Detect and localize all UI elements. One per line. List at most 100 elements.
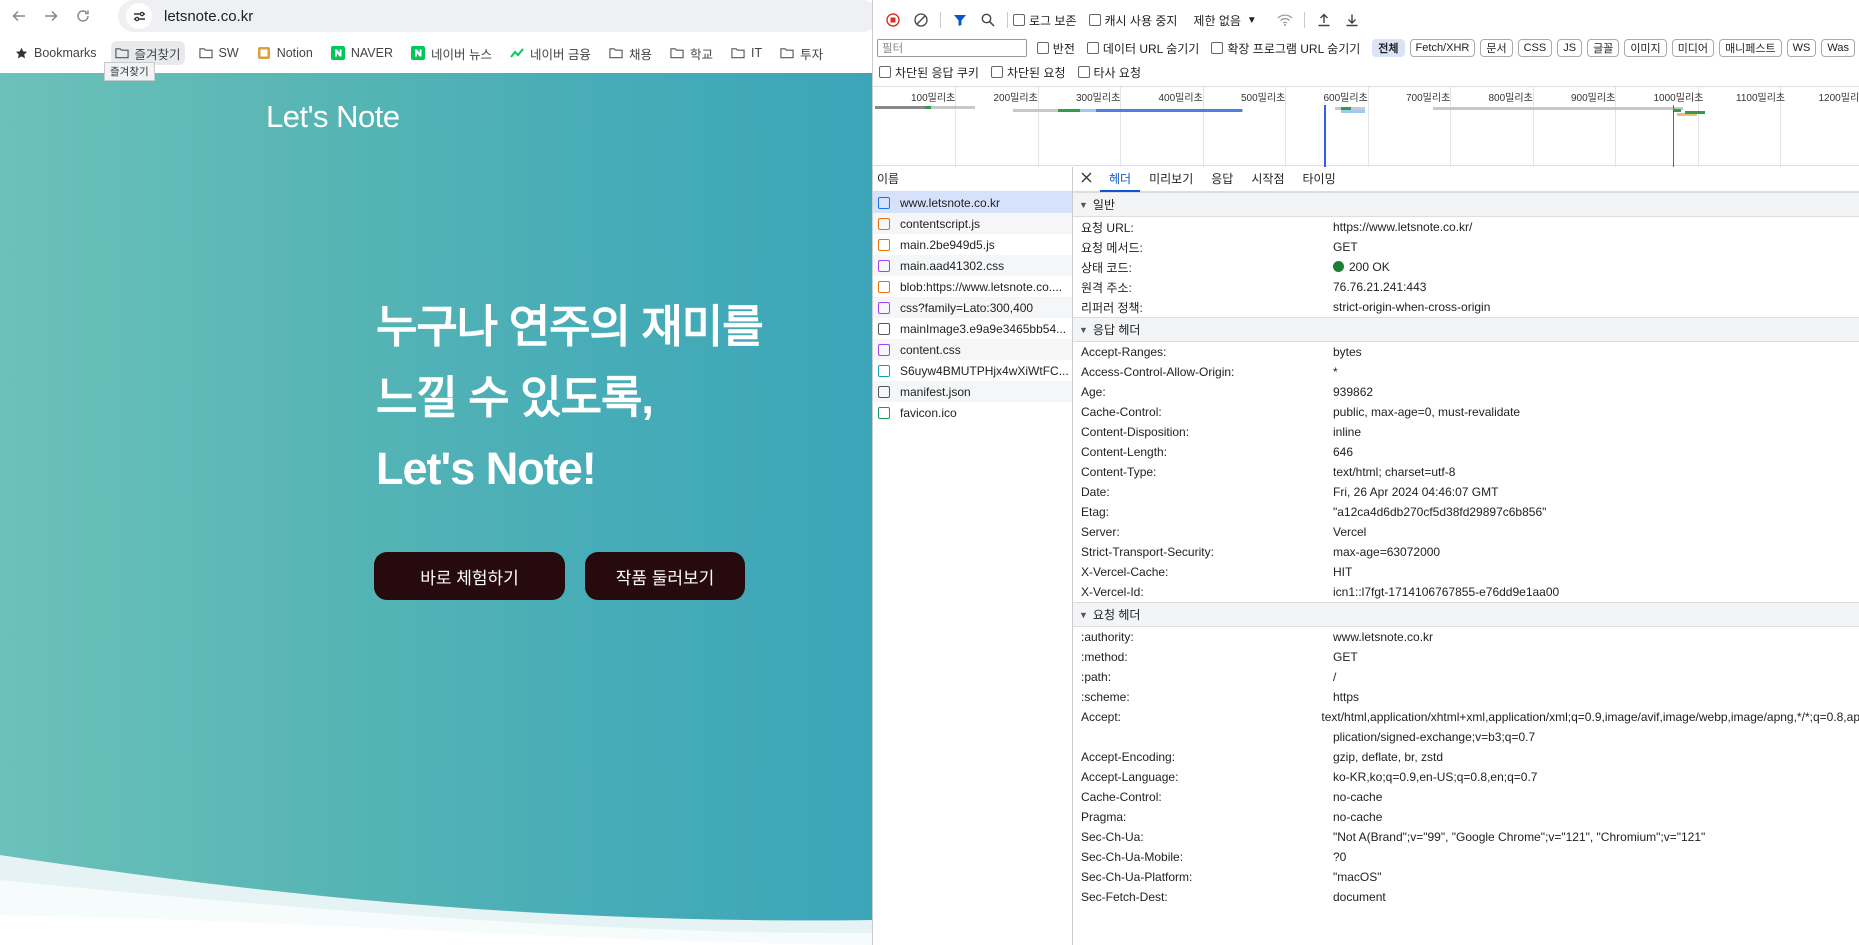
expand-triangle-icon[interactable]: ▼ — [1079, 610, 1088, 620]
header-name: :path: — [1081, 670, 1112, 684]
checkbox-box[interactable] — [990, 66, 1003, 78]
type-filter-chip[interactable]: Fetch/XHR — [1409, 39, 1476, 57]
bookmark-item[interactable]: Notion — [253, 41, 317, 65]
invert-checkbox[interactable]: 반전 — [1036, 40, 1075, 57]
checkbox-box[interactable] — [1013, 14, 1025, 26]
request-name: blob:https://www.letsnote.co.... — [900, 279, 1063, 294]
name-column-header[interactable]: 이름 — [873, 167, 1072, 192]
type-filter-chip[interactable]: Was — [1821, 39, 1855, 57]
type-filter-chip[interactable]: 이미지 — [1624, 39, 1667, 57]
filter-toggle-button[interactable] — [946, 9, 974, 31]
request-row[interactable]: main.aad41302.css — [873, 255, 1072, 276]
type-filter-chip[interactable]: CSS — [1517, 39, 1553, 57]
checkbox-box[interactable] — [1077, 66, 1090, 78]
header-value-text: inline — [1333, 425, 1362, 439]
header-name: Access-Control-Allow-Origin: — [1081, 365, 1235, 379]
url-text[interactable]: letsnote.co.kr — [164, 8, 253, 25]
network-conditions-button[interactable] — [1271, 9, 1299, 31]
header-value: no-cache — [1333, 810, 1382, 824]
disable-cache-checkbox[interactable]: 캐시 사용 중지 — [1088, 12, 1177, 29]
third-party-checkbox[interactable]: 타사 요청 — [1077, 64, 1141, 81]
browse-works-button[interactable]: 작품 둘러보기 — [585, 552, 745, 600]
site-logo[interactable]: Let's Note — [266, 99, 400, 135]
type-filter-chip[interactable]: WS — [1786, 39, 1817, 57]
close-details-button[interactable] — [1073, 167, 1100, 192]
type-filter-chip[interactable]: 매니페스트 — [1719, 39, 1782, 57]
header-value-text: ?0 — [1333, 850, 1347, 864]
forward-button[interactable] — [35, 0, 67, 32]
request-row[interactable]: favicon.ico — [873, 402, 1072, 423]
bookmark-item[interactable]: 네이버 금융 — [506, 41, 595, 65]
export-har-button[interactable] — [1338, 9, 1366, 31]
header-value: plication/signed-exchange;v=b3;q=0.7 — [1333, 730, 1535, 744]
try-now-button[interactable]: 바로 체험하기 — [374, 552, 565, 600]
request-row[interactable]: S6uyw4BMUTPHjx4wXiWtFC... — [873, 360, 1072, 381]
import-har-button[interactable] — [1310, 9, 1338, 31]
blocked-requests-checkbox[interactable]: 차단된 요청 — [990, 64, 1066, 81]
general-section-header[interactable]: ▼ 일반 — [1073, 192, 1859, 217]
expand-triangle-icon[interactable]: ▼ — [1079, 325, 1088, 335]
bookmark-item[interactable]: 학교 — [666, 41, 717, 65]
header-row: :scheme: https — [1073, 687, 1859, 707]
request-row[interactable]: content.css — [873, 339, 1072, 360]
bookmark-item[interactable]: Bookmarks — [10, 41, 101, 65]
type-filter-chip[interactable]: 글꼴 — [1587, 39, 1620, 57]
bookmark-item[interactable]: 채용 — [605, 41, 656, 65]
request-row[interactable]: css?family=Lato:300,400 — [873, 297, 1072, 318]
request-row[interactable]: blob:https://www.letsnote.co.... — [873, 276, 1072, 297]
network-overview-timeline[interactable]: 100밀리초 200밀리초 300밀리초 400밀리초 500밀리초 600밀리초 700밀… — [873, 86, 1859, 167]
record-button[interactable] — [879, 9, 907, 31]
bookmark-label: Notion — [276, 46, 313, 60]
back-arrow-icon — [12, 10, 25, 22]
bookmark-item[interactable]: 네이버 뉴스 — [407, 41, 496, 65]
hide-extension-urls-checkbox[interactable]: 확장 프로그램 URL 숨기기 — [1211, 40, 1360, 57]
checkbox-box[interactable] — [1211, 42, 1224, 54]
request-row[interactable]: www.letsnote.co.kr — [873, 192, 1072, 213]
checkbox-box[interactable] — [879, 66, 891, 78]
blocked-cookies-checkbox[interactable]: 차단된 응답 쿠키 — [879, 64, 979, 81]
type-filter-chip[interactable]: JS — [1557, 39, 1583, 57]
site-info-button[interactable] — [126, 3, 152, 29]
bookmark-item[interactable]: IT — [727, 41, 766, 65]
type-filter-chip[interactable]: 문서 — [1480, 39, 1513, 57]
response-headers-section-header[interactable]: ▼ 응답 헤더 — [1073, 317, 1859, 342]
chevron-down-icon[interactable]: ▼ — [1247, 15, 1257, 26]
header-row: Content-Disposition: inline — [1073, 422, 1859, 442]
reload-button[interactable] — [67, 0, 99, 32]
expand-triangle-icon[interactable]: ▼ — [1079, 200, 1088, 210]
clear-button[interactable] — [907, 9, 935, 31]
request-row[interactable]: mainImage3.e9a9e3465bb54... — [873, 318, 1072, 339]
filter-icon — [954, 15, 966, 26]
bookmark-item[interactable]: NAVER — [327, 41, 397, 65]
type-filter-chip[interactable]: 미디어 — [1671, 39, 1715, 57]
hide-data-urls-checkbox[interactable]: 데이터 URL 숨기기 — [1086, 40, 1199, 57]
header-value-text: 76.76.21.241:443 — [1333, 280, 1427, 294]
request-headers-section-header[interactable]: ▼ 요청 헤더 — [1073, 602, 1859, 627]
header-value: document — [1333, 890, 1386, 904]
back-button[interactable] — [3, 0, 35, 32]
bookmark-item[interactable]: SW — [195, 41, 243, 65]
throttling-select[interactable]: 제한 없음 — [1193, 12, 1241, 29]
request-row[interactable]: manifest.json — [873, 381, 1072, 402]
timeline-request-bar — [1080, 109, 1096, 112]
address-bar[interactable]: letsnote.co.kr — [118, 0, 872, 32]
request-row[interactable]: main.2be949d5.js — [873, 234, 1072, 255]
checkbox-box[interactable] — [1086, 42, 1099, 54]
request-row[interactable]: contentscript.js — [873, 213, 1072, 234]
type-filter-chip[interactable]: 전체 — [1372, 39, 1405, 57]
checkbox-box[interactable] — [1088, 14, 1101, 26]
details-tab[interactable]: 응답 — [1202, 167, 1242, 192]
details-tab[interactable]: 타이밍 — [1293, 167, 1344, 192]
bookmark-item[interactable]: 투자 — [776, 41, 827, 65]
details-tab[interactable]: 시작점 — [1242, 167, 1293, 192]
details-tab[interactable]: 미리보기 — [1140, 167, 1202, 192]
details-tab[interactable]: 헤더 — [1100, 167, 1141, 192]
other-file-icon — [878, 406, 890, 419]
filter-input[interactable]: 필터 — [877, 39, 1027, 57]
header-row: Date: Fri, 26 Apr 2024 04:46:07 GMT — [1073, 482, 1859, 502]
preserve-log-checkbox[interactable]: 로그 보존 — [1013, 12, 1077, 29]
checkbox-box[interactable] — [1036, 42, 1049, 54]
clear-icon — [914, 13, 928, 27]
search-button[interactable] — [974, 9, 1002, 31]
header-name: Accept-Language: — [1081, 770, 1179, 784]
